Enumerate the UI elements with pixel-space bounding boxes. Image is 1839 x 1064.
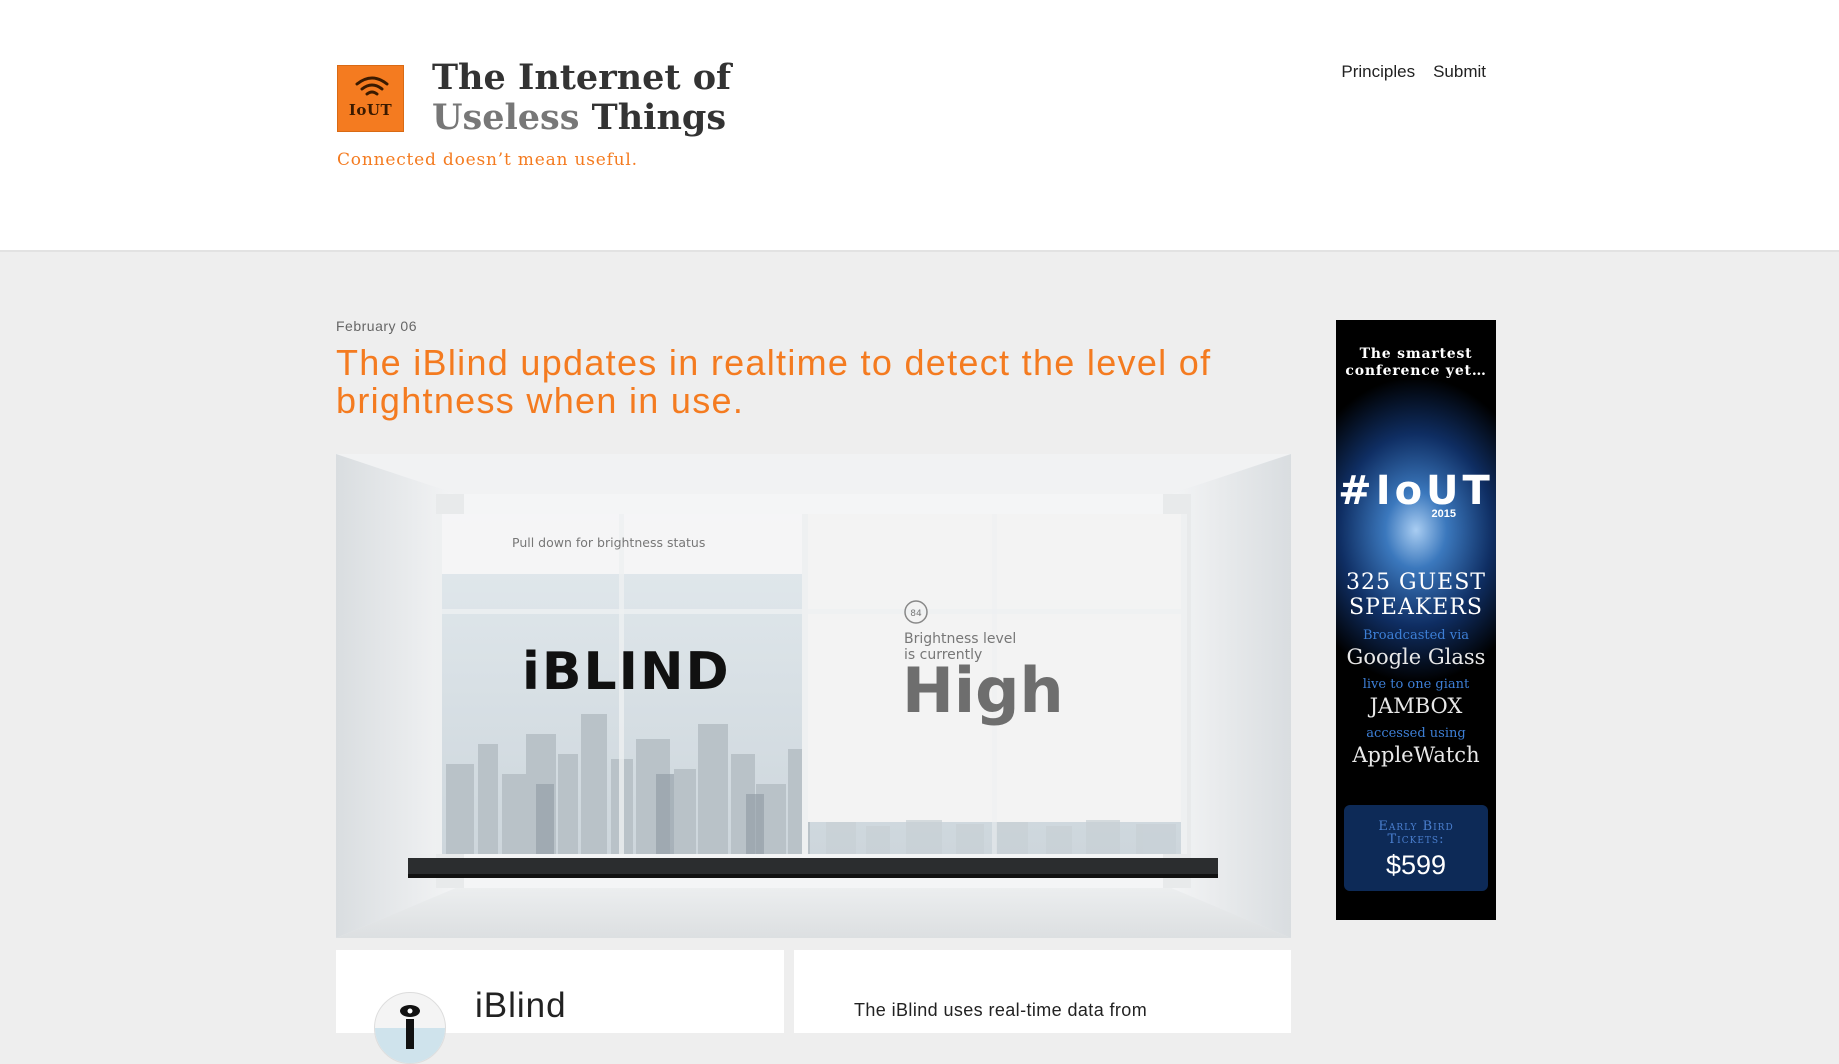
site-tagline: Connected doesn’t mean useful. bbox=[337, 150, 638, 170]
main-nav: Principles Submit bbox=[1341, 62, 1486, 82]
brightness-level-value: High bbox=[902, 654, 1064, 727]
product-description-card: The iBlind uses real-time data from bbox=[794, 950, 1291, 1033]
brightness-caption-1: Brightness level bbox=[904, 631, 1016, 647]
ad-line2-small: live to one giant bbox=[1362, 677, 1470, 692]
ad-ticket-price: $599 bbox=[1385, 850, 1447, 880]
post-title[interactable]: The iBlind updates in realtime to detect… bbox=[336, 344, 1296, 420]
ad-line2-big: JAMBOX bbox=[1369, 694, 1463, 718]
conference-ad-banner[interactable]: The smartest conference yet… #IoUT 2015 … bbox=[1336, 320, 1496, 920]
ad-line1-big: Google Glass bbox=[1346, 645, 1486, 669]
ad-headline: The smartest conference yet… bbox=[1336, 320, 1496, 380]
ad-ticket-button[interactable]: Early Bird Tickets: $599 bbox=[1344, 805, 1488, 891]
ad-speakers: 325 GUEST SPEAKERS bbox=[1336, 570, 1496, 620]
ad-line1-small: Broadcasted via bbox=[1363, 628, 1469, 643]
ad-headline-2: conference yet… bbox=[1345, 363, 1487, 379]
site-header: IoUT The Internet of Useless Things Conn… bbox=[0, 0, 1839, 252]
nav-submit[interactable]: Submit bbox=[1433, 62, 1486, 82]
ad-speakers-2: SPEAKERS bbox=[1349, 595, 1483, 620]
ad-line3-small: accessed using bbox=[1366, 726, 1466, 741]
brightness-badge-value: 84 bbox=[910, 609, 922, 619]
site-logo[interactable]: IoUT bbox=[337, 65, 404, 132]
ad-ticket-label-2: Tickets: bbox=[1387, 832, 1445, 847]
product-card: iBlind bbox=[336, 950, 784, 1064]
ad-hashtag: #IoUT bbox=[1338, 468, 1494, 514]
site-title-line2: Useless Things bbox=[432, 98, 731, 138]
ad-headline-1: The smartest bbox=[1359, 346, 1473, 362]
iblind-room-illustration: Pull down for brightness status iBLIND 8… bbox=[336, 454, 1291, 938]
site-title[interactable]: The Internet of Useless Things bbox=[432, 58, 731, 138]
logo-text: IoUT bbox=[348, 101, 393, 119]
site-title-useless: Useless bbox=[432, 97, 580, 138]
iblind-brand-text: iBLIND bbox=[522, 642, 731, 702]
iblind-logo-icon bbox=[375, 1005, 445, 1063]
product-name: iBlind bbox=[475, 986, 567, 1025]
pull-down-text: Pull down for brightness status bbox=[512, 535, 705, 550]
site-title-things: Things bbox=[591, 97, 727, 138]
nav-principles[interactable]: Principles bbox=[1341, 62, 1415, 82]
post-hero-image: Pull down for brightness status iBLIND 8… bbox=[336, 454, 1291, 938]
post-date: February 06 bbox=[336, 318, 417, 334]
ad-speakers-1: 325 GUEST bbox=[1346, 570, 1486, 595]
ad-ticket-label: Early Bird Tickets: bbox=[1344, 805, 1488, 846]
product-description: The iBlind uses real-time data from bbox=[854, 1000, 1148, 1020]
site-title-line1: The Internet of bbox=[432, 57, 732, 98]
ad-line3-big: AppleWatch bbox=[1352, 743, 1480, 767]
product-avatar[interactable] bbox=[374, 992, 446, 1064]
wifi-icon bbox=[355, 76, 389, 96]
